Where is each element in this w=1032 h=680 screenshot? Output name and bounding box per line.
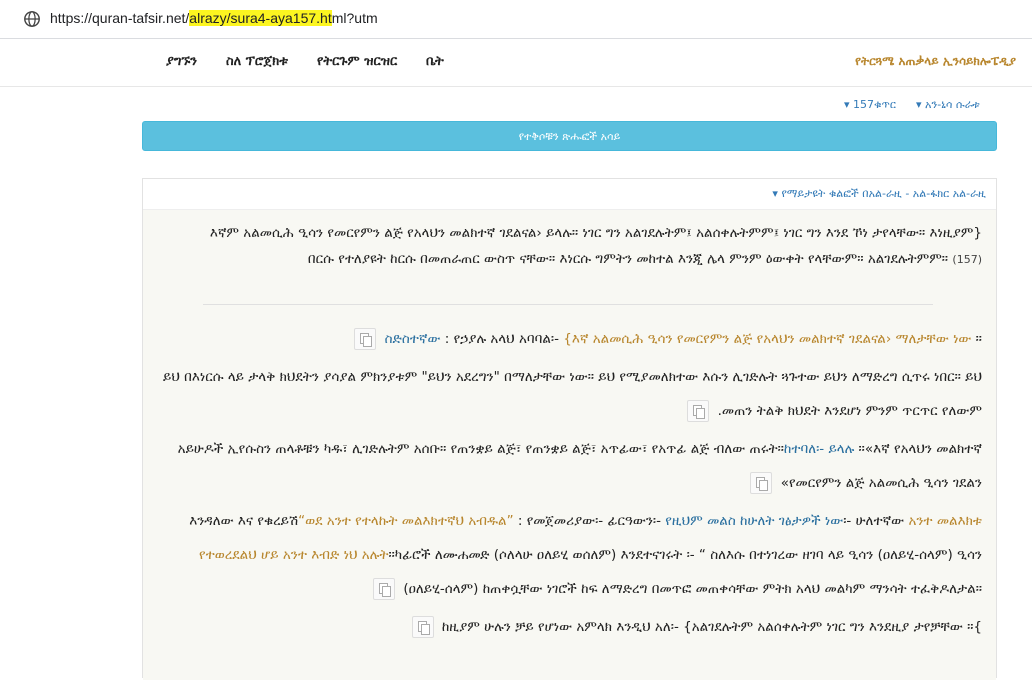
nav-about[interactable]: ስለ ፕሮጀክቱ xyxy=(226,54,288,69)
tafsir-panel: ▾ የማይታዩት ቁልፎች በአል-ራዚ - አል-ፋክር አል-ራዚ {እኛም… xyxy=(142,178,997,680)
tafsir-p4-start: እንዳለው እና የቁረይሽ xyxy=(189,513,299,529)
browser-address-bar[interactable]: https://quran-tafsir.net/alrazy/sura4-ay… xyxy=(0,0,1032,39)
tafsir-p1-gold: {እኛ አልመሲሕ ዒሳን የመርየምን ልጅ የአላህን መልክተኛ ገደልና… xyxy=(563,331,972,347)
tafsir-p5-start: ፡- ሁለተኛው xyxy=(843,513,909,529)
tafsir-p2: ይህ በእነርሱ ላይ ታላቅ ክህደትን ያሳያል ምክንያቱም "ይህን አ… xyxy=(163,369,982,419)
panel-title-text: የማይታዩት ቁልፎች በአል-ራዚ - አል-ፋክር አል-ራዚ xyxy=(781,187,986,200)
tafsir-paragraph-1: ስድስተኛው : የኃያሉ አላህ አባባል፡- {እኛ አልመሲሕ ዒሳን የ… xyxy=(162,322,982,356)
url-suffix: ml?utm xyxy=(331,10,378,26)
url-prefix: https://quran-tafsir.net/ xyxy=(50,10,190,26)
divider xyxy=(203,304,933,305)
url-text[interactable]: https://quran-tafsir.net/alrazy/sura4-ay… xyxy=(50,8,378,28)
ayah-text: {እኛም አልመሲሕ ዒሳን የመርየምን ልጅ የአላህን መልክተኛ ገደል… xyxy=(209,225,982,267)
crumb-aya-label: 157ቁጥር xyxy=(853,98,896,111)
panel-body: {እኛም አልመሲሕ ዒሳን የመርየምን ልጅ የአላህን መልክተኛ ገደል… xyxy=(143,210,996,680)
globe-icon xyxy=(24,11,40,27)
tafsir-p5-rest: ።ካፊሮች ለሙሐመድ (ሶለላሁ ዐለይሂ ወሰለም) እንደተናገሩት ፡-… xyxy=(388,547,982,597)
tafsir-p3: አይሁዶች ኢየሱስን ጠላቶቹን ካዱ፣ ሊገድሉትም አሰቡ። የጠንቋይ … xyxy=(177,441,784,457)
crumb-aya[interactable]: ▾ 157ቁጥር xyxy=(844,98,896,112)
copy-icon[interactable] xyxy=(373,578,396,600)
panel-title-link[interactable]: ▾ የማይታዩት ቁልፎች በአል-ራዚ - አል-ፋክር አል-ራዚ xyxy=(772,187,986,201)
url-highlight: alrazy/sura4-aya157.ht xyxy=(189,10,332,26)
tafsir-paragraph-3: አይሁዶች ኢየሱስን ጠላቶቹን ካዱ፣ ሊገድሉትም አሰቡ። የጠንቋይ … xyxy=(162,432,982,500)
crumb-sura-label: አን-ኒሳ ሱራቱ xyxy=(925,98,980,111)
crumb-sura[interactable]: ▾ አን-ኒሳ ሱራቱ xyxy=(916,98,980,112)
tafsir-p4-blue: የዚህም መልስ ከሁለት ገፅታዎች ነው xyxy=(665,513,844,529)
nav-home[interactable]: ቤት xyxy=(426,54,444,69)
site-brand[interactable]: የትርጓሜ አጠቃላይ ኢንሳይክሎፔዲያ xyxy=(855,54,1016,69)
tafsir-p4-mid: : የመጀመሪያው፡- ፊርዓውን፡- xyxy=(513,513,666,529)
nav-contact[interactable]: ያግኙን xyxy=(166,54,197,69)
tafsir-p1-rest: : የኃያሉ አላህ አባባል፡- xyxy=(440,331,564,347)
copy-icon[interactable] xyxy=(411,616,434,638)
top-navbar: ያግኙን ስለ ፕሮጀክቱ የትርጉም ዝርዝር ቤት የትርጓሜ አጠቃላይ … xyxy=(0,39,1032,87)
ayah-number: (157) xyxy=(952,253,982,266)
tafsir-p1-blue: ስድስተኛው xyxy=(384,331,441,347)
tafsir-paragraph-4: እንዳለው እና የቁረይሽ“ወደ አንተ የተላኩት መልእክተኛህ አብዱል… xyxy=(162,504,982,606)
tafsir-paragraph-2: ይህ በእነርሱ ላይ ታላቅ ክህደትን ያሳያል ምክንያቱም "ይህን አ… xyxy=(162,360,982,428)
copy-icon[interactable] xyxy=(354,328,377,350)
show-texts-button[interactable]: የተቅሶቹን ጽሑፎች አሳይ xyxy=(142,121,997,151)
ayah-text-block: {እኛም አልመሲሕ ዒሳን የመርየምን ልጅ የአላህን መልክተኛ ገደል… xyxy=(182,220,982,273)
tafsir-p6: }ከዚያም ሁሉን ቻይ የሆነው አምላክ እንዲህ አለ፡- {አልገደሉት… xyxy=(441,619,982,635)
tafsir-p3-blue: ከተባለ፡- ይላሉ xyxy=(783,441,855,457)
tafsir-text: ስድስተኛው : የኃያሉ አላህ አባባል፡- {እኛ አልመሲሕ ዒሳን የ… xyxy=(162,322,982,648)
nav-tafsir-list[interactable]: የትርጉም ዝርዝር xyxy=(317,54,397,69)
tafsir-p4-gold: “ወደ አንተ የተላኩት መልእክተኛህ አብዱል” xyxy=(298,513,514,529)
panel-header: ▾ የማይታዩት ቁልፎች በአል-ራዚ - አል-ፋክር አል-ራዚ xyxy=(143,179,996,210)
tafsir-paragraph-5: }ከዚያም ሁሉን ቻይ የሆነው አምላክ እንዲህ አለ፡- {አልገደሉት… xyxy=(162,610,982,644)
copy-icon[interactable] xyxy=(687,400,710,422)
copy-icon[interactable] xyxy=(750,472,773,494)
